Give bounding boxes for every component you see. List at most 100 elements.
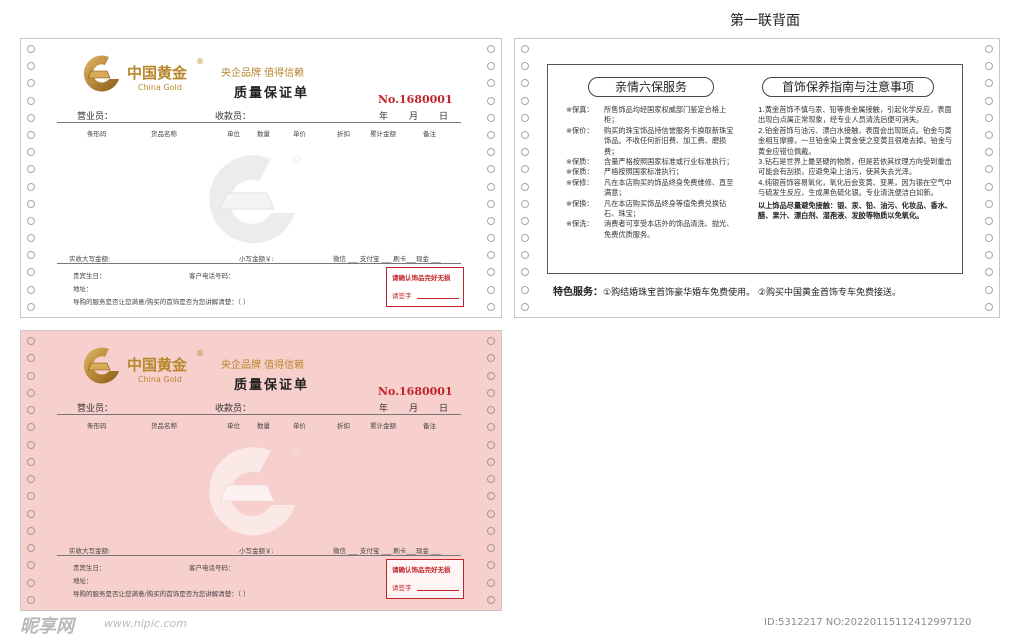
footer-site-url: www.nipic.com — [104, 617, 187, 630]
china-gold-logo-icon — [83, 55, 119, 92]
column-header: 货品名称 — [151, 130, 177, 138]
care-item: 1.黄金首饰不慎与汞、铅等贵金属接触，引起化学反应，表面出现白点属正常现象，经专… — [758, 105, 952, 125]
tractor-holes-right — [485, 337, 497, 604]
payment-methods: 微信 ___ 支付宝 ___ 刷卡___现金 ___ — [333, 547, 441, 555]
care-guide-list: 1.黄金首饰不慎与汞、铅等贵金属接触，引起化学反应，表面出现白点属正常现象，经专… — [758, 105, 954, 221]
address-label: 地址： — [73, 285, 93, 293]
salesperson-label: 营业员： — [77, 404, 114, 414]
year-label: 年 — [379, 404, 389, 414]
brand-name-cn: 中国黄金 — [127, 356, 188, 374]
column-header: 数量 — [257, 422, 270, 430]
stamp-text: 请确认饰品完好无损 — [392, 274, 451, 282]
total-lower-label: 小写金额￥: — [239, 547, 274, 555]
services-heading: 亲情六保服务 — [588, 77, 714, 97]
receipt-back-page: 亲情六保服务 首饰保养指南与注意事项 ※保真： 所售饰品均经国家权威部门鉴定合格上… — [514, 38, 1000, 318]
month-label: 月 — [409, 112, 419, 122]
confirmation-stamp: 请确认饰品完好无损 请签字 — [386, 267, 464, 307]
footer-image-id: ID:5312217 NO:20220115112412997120 — [764, 617, 972, 628]
tractor-holes-left — [25, 337, 37, 604]
serial-number: No.1680001 — [378, 385, 453, 398]
column-header: 单位 — [227, 422, 240, 430]
logo-watermark-icon — [209, 447, 301, 536]
payment-methods: 微信 ___ 支付宝 ___ 刷卡___现金 ___ — [333, 255, 441, 263]
serial-number: No.1680001 — [378, 93, 453, 106]
tractor-holes-right — [485, 45, 497, 311]
receipt-white-copy: 中国黄金 China Gold ® 央企品牌 值得信赖 质量保证单 No.168… — [20, 38, 502, 318]
registered-mark: ® — [196, 349, 204, 358]
column-header: 备注 — [423, 422, 436, 430]
totals-rule — [57, 555, 461, 556]
service-list: ※保真： 所售饰品均经国家权威部门鉴定合格上柜； ※保价： 购买的珠宝饰品持信誉服务… — [566, 105, 738, 240]
document-title: 质量保证单 — [234, 86, 310, 101]
stamp-text: 请确认饰品完好无损 — [392, 566, 451, 574]
column-header: 折扣 — [337, 130, 350, 138]
day-label: 日 — [439, 112, 449, 122]
tractor-holes-left — [519, 45, 531, 311]
phone-label: 客户电话号码： — [189, 272, 235, 280]
service-item: ※保修： 凡在本店购买的饰品终身免费维修、直至满意； — [566, 177, 734, 198]
brand-name-en: China Gold — [138, 375, 182, 384]
special-services-text: ①购结婚珠宝首饰豪华婚车免费使用。 ②购买中国黄金首饰专车免费接送。 — [603, 288, 901, 298]
birthday-label: 贵宾生日： — [73, 564, 106, 572]
footer-site-brand: 昵享网 — [20, 616, 74, 637]
brand-name-cn: 中国黄金 — [127, 64, 188, 82]
signature-line — [417, 298, 459, 299]
column-header: 累计金额 — [370, 130, 396, 138]
column-header: 条形码 — [87, 422, 107, 430]
total-upper-label: 实收大写金额: — [69, 547, 111, 555]
service-item: ※保价： 购买的珠宝饰品持信誉服务卡换取新珠宝饰品。不收任何折旧费、加工费、磨损费… — [566, 125, 734, 156]
column-header: 累计金额 — [370, 422, 396, 430]
care-warning-note: 以上饰品尽量避免接触：银、汞、铅、油污、化妆品、香水、醋、果汁、漂白剂、湿孢液、… — [758, 200, 953, 220]
cashier-label: 收款员： — [215, 112, 252, 122]
column-header: 备注 — [423, 130, 436, 138]
service-item: ※保真： 所售饰品均经国家权威部门鉴定合格上柜； — [566, 105, 727, 125]
cashier-label: 收款员： — [215, 404, 252, 414]
header-rule — [57, 122, 461, 123]
back-page-caption: 第一联背面 — [730, 13, 800, 29]
phone-label: 客户电话号码： — [189, 564, 235, 572]
care-guide-heading: 首饰保养指南与注意事项 — [762, 77, 934, 97]
special-services-label: 特色服务： — [553, 287, 603, 298]
registered-mark: ® — [196, 57, 204, 66]
column-header: 条形码 — [87, 130, 107, 138]
column-header: 单价 — [293, 130, 306, 138]
day-label: 日 — [439, 404, 449, 414]
total-lower-label: 小写金额￥: — [239, 255, 274, 263]
totals-rule — [57, 263, 461, 264]
column-header: 单价 — [293, 422, 306, 430]
stamp-sign-label: 请签字 — [392, 584, 412, 592]
receipt-pink-copy: 中国黄金 China Gold ® 央企品牌 值得信赖 质量保证单 No.168… — [20, 330, 502, 611]
care-item: 4.纯银首饰容易氧化，氧化后会变黄、变黑，因为银在空气中与硫发生反应，生成黑色硫… — [758, 177, 952, 198]
slogan: 央企品牌 值得信赖 — [221, 360, 305, 371]
document-title: 质量保证单 — [234, 378, 310, 393]
service-item: ※保换： 凡在本店购买饰品终身等值免费兑换钻石、珠宝； — [566, 198, 727, 219]
tractor-holes-right — [983, 45, 995, 311]
care-item: 3.钻石是世界上最坚硬的物质，但是若依其纹理方向受到重击可能会有刮损，应避免染上… — [758, 157, 952, 177]
column-header: 数量 — [257, 130, 270, 138]
tractor-holes-left — [25, 45, 37, 311]
service-info-box: 亲情六保服务 首饰保养指南与注意事项 ※保真： 所售饰品均经国家权威部门鉴定合格上… — [547, 64, 963, 274]
service-item: ※保质： 严格按照国家标准执行； — [566, 167, 684, 177]
signature-line — [417, 590, 459, 591]
logo-watermark-icon — [209, 155, 301, 244]
satisfaction-question: 导购的服务是否让您满意/购买的首饰是否为您讲解清楚：（ ） — [73, 298, 250, 306]
header-rule — [57, 414, 461, 415]
total-upper-label: 实收大写金额: — [69, 255, 111, 263]
special-services: 特色服务：①购结婚珠宝首饰豪华婚车免费使用。 ②购买中国黄金首饰专车免费接送。 — [553, 283, 901, 298]
care-item: 2.铂金首饰与油污、漂白水接触，表面会出现斑点。铂金与黄金相互摩擦，一旦铂金染上… — [758, 125, 953, 156]
year-label: 年 — [379, 112, 389, 122]
birthday-label: 贵宾生日： — [73, 272, 106, 280]
service-item: ※保洗： 消费者可享受本店外的饰品清洗、抛光、免费优质服务。 — [566, 219, 734, 239]
service-item: ※保质： 含量严格按照国家标准或行业标准执行； — [566, 157, 734, 167]
column-header: 货品名称 — [151, 422, 177, 430]
column-header: 单位 — [227, 130, 240, 138]
column-header: 折扣 — [337, 422, 350, 430]
china-gold-logo-icon — [83, 347, 119, 384]
salesperson-label: 营业员： — [77, 112, 114, 122]
brand-name-en: China Gold — [138, 83, 182, 92]
confirmation-stamp: 请确认饰品完好无损 请签字 — [386, 559, 464, 599]
stamp-sign-label: 请签字 — [392, 292, 412, 300]
address-label: 地址： — [73, 577, 93, 585]
month-label: 月 — [409, 404, 419, 414]
satisfaction-question: 导购的服务是否让您满意/购买的首饰是否为您讲解清楚：（ ） — [73, 590, 250, 598]
